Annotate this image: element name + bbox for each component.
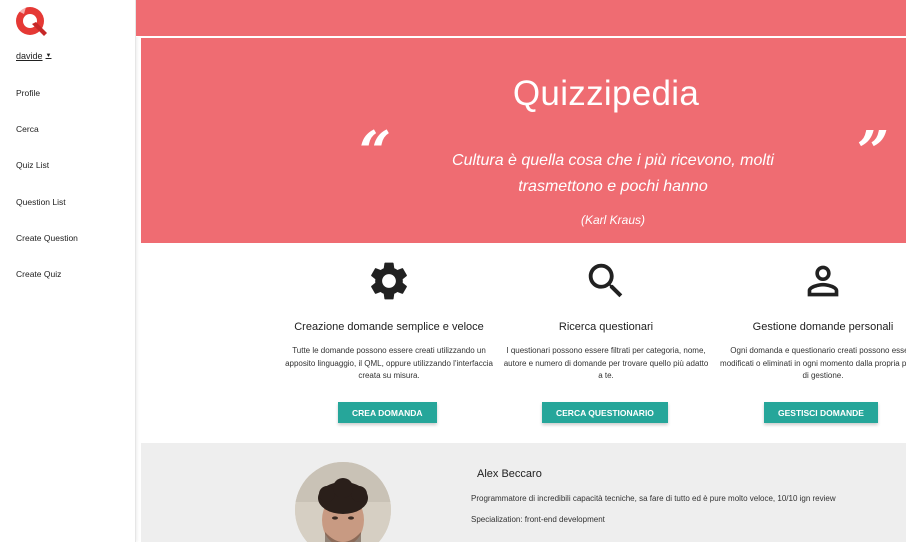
profile-bio: Programmatore di incredibili capacità te… [471, 494, 836, 503]
gear-icon [371, 262, 407, 300]
feature-description: Ogni domanda e questionario creati posso… [720, 346, 906, 380]
close-quote-icon: ” [857, 119, 890, 185]
avatar-photo [295, 462, 391, 542]
quizzipedia-logo[interactable] [14, 5, 48, 39]
feature-title: Creazione domande semplice e veloce [294, 321, 484, 333]
top-bar [136, 0, 906, 37]
feature-title: Ricerca questionari [558, 321, 654, 333]
hero-quote-author: (Karl Kraus) [580, 213, 645, 227]
profile-name: Alex Beccaro [477, 468, 542, 480]
feature-manage-questions: Gestione domande personali Ogni domanda … [708, 258, 906, 423]
open-quote-icon: “ [359, 119, 392, 185]
user-menu[interactable]: davide ▼ [16, 51, 51, 61]
hero-banner: Quizzipedia “ ” Cultura è quella cosa ch… [141, 38, 906, 243]
feature-description: Tutte le domande possono essere creati u… [285, 346, 493, 380]
feature-search-quizzes: Ricerca questionari I questionari posson… [491, 258, 721, 423]
feature-create-questions: Creazione domande semplice e veloce Tutt… [274, 258, 504, 423]
feature-description: I questionari possono essere filtrati pe… [503, 346, 709, 380]
sidebar-item-create-quiz[interactable]: Create Quiz [16, 269, 61, 279]
user-name: davide [16, 51, 43, 61]
cerca-questionario-button[interactable]: Cerca questionario [542, 402, 668, 423]
team-member-card: Alex Beccaro Programmatore di incredibil… [141, 443, 906, 542]
crea-domanda-button[interactable]: Crea domanda [338, 402, 437, 423]
hero-quote: Cultura è quella cosa che i più ricevono… [452, 152, 774, 195]
avatar [295, 462, 391, 542]
search-icon [588, 263, 623, 298]
person-icon [807, 265, 839, 297]
profile-specialization: Specialization: front-end development [471, 515, 605, 524]
sidebar-item-cerca[interactable]: Cerca [16, 124, 39, 134]
sidebar-item-quiz-list[interactable]: Quiz List [16, 160, 49, 170]
caret-down-icon: ▼ [45, 53, 52, 59]
sidebar-item-create-question[interactable]: Create Question [16, 233, 78, 243]
gestisci-domande-button[interactable]: Gestisci domande [764, 402, 878, 423]
sidebar: davide ▼ Profile Cerca Quiz List Questio… [0, 0, 136, 542]
sidebar-item-profile[interactable]: Profile [16, 88, 40, 98]
sidebar-item-question-list[interactable]: Question List [16, 197, 66, 207]
feature-title: Gestione domande personali [752, 321, 894, 333]
hero-title: Quizzipedia [512, 74, 700, 113]
